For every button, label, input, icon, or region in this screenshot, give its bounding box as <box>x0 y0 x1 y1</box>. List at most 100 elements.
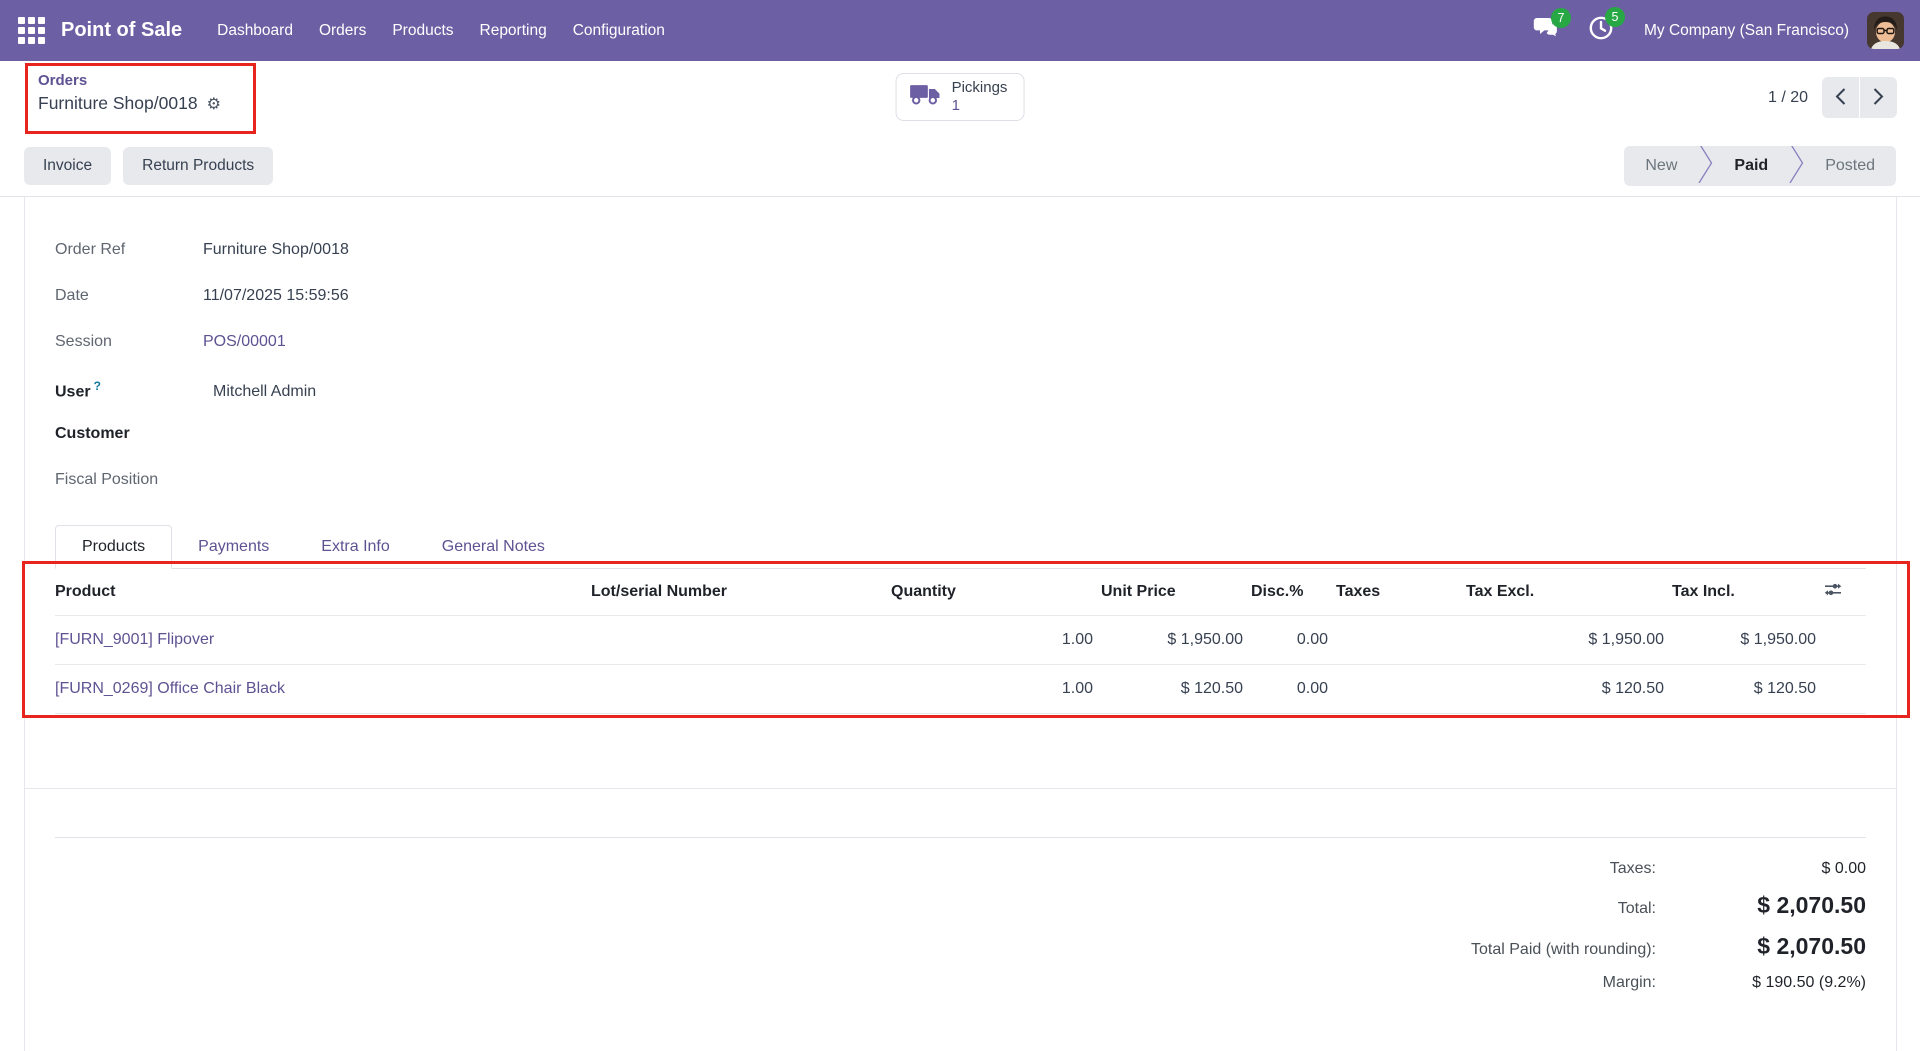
order-ref-value: Furniture Shop/0018 <box>203 241 349 259</box>
status-posted[interactable]: Posted <box>1804 146 1896 186</box>
invoice-button[interactable]: Invoice <box>24 147 111 185</box>
help-icon[interactable]: ? <box>94 379 101 393</box>
user-value[interactable]: Mitchell Admin <box>203 383 316 401</box>
user-label-text: User <box>55 383 91 400</box>
col-taxes[interactable]: Taxes <box>1336 569 1466 616</box>
tab-products[interactable]: Products <box>55 525 172 569</box>
navbar-right: 7 5 My Company (San Francisco) <box>1519 12 1904 49</box>
menu-dashboard[interactable]: Dashboard <box>204 13 306 49</box>
session-link[interactable]: POS/00001 <box>203 333 286 351</box>
col-product[interactable]: Product <box>55 569 591 616</box>
gear-icon[interactable]: ⚙ <box>207 96 221 112</box>
chevron-right-icon <box>1872 87 1885 109</box>
pickings-smart-button[interactable]: Pickings 1 <box>896 73 1025 121</box>
sliders-icon <box>1824 584 1842 601</box>
messages-badge: 7 <box>1551 8 1571 28</box>
col-disc[interactable]: Disc.% <box>1251 569 1336 616</box>
return-products-button[interactable]: Return Products <box>123 147 273 185</box>
fiscal-position-label: Fiscal Position <box>55 471 203 489</box>
annotation-rect-breadcrumb: Orders Furniture Shop/0018 ⚙ <box>25 63 256 134</box>
app-title[interactable]: Point of Sale <box>61 19 182 42</box>
breadcrumb: Furniture Shop/0018 ⚙ <box>38 93 243 114</box>
pager-previous-button[interactable] <box>1822 77 1859 118</box>
user-avatar[interactable] <box>1867 12 1904 49</box>
tax-excl-cell: $ 1,950.00 <box>1466 616 1672 665</box>
col-quantity[interactable]: Quantity <box>891 569 1101 616</box>
main-menu: Dashboard Orders Products Reporting Conf… <box>204 13 678 49</box>
status-chevron-icon <box>1698 146 1713 186</box>
optional-columns-button[interactable] <box>1824 569 1866 616</box>
apps-menu-icon[interactable] <box>18 17 45 44</box>
status-paid[interactable]: Paid <box>1713 146 1789 186</box>
field-user: User? Mitchell Admin <box>55 379 1866 405</box>
company-switcher[interactable]: My Company (San Francisco) <box>1644 22 1849 40</box>
col-lot-serial[interactable]: Lot/serial Number <box>591 569 891 616</box>
margin-value: $ 190.50 (9.2%) <box>1656 974 1866 992</box>
products-table-wrap: Product Lot/serial Number Quantity Unit … <box>55 569 1866 714</box>
menu-configuration[interactable]: Configuration <box>560 13 678 49</box>
table-row[interactable]: [FURN_0269] Office Chair Black 1.00 $ 12… <box>55 665 1866 714</box>
taxes-cell <box>1336 665 1466 714</box>
total-paid-row: Total Paid (with rounding): $ 2,070.50 <box>1471 933 1866 960</box>
status-chevron-icon <box>1789 146 1804 186</box>
col-unit-price[interactable]: Unit Price <box>1101 569 1251 616</box>
disc-cell: 0.00 <box>1251 616 1336 665</box>
pickings-label: Pickings <box>952 79 1008 97</box>
menu-orders[interactable]: Orders <box>306 13 379 49</box>
table-row[interactable]: [FURN_9001] Flipover 1.00 $ 1,950.00 0.0… <box>55 616 1866 665</box>
chevron-left-icon <box>1834 87 1847 109</box>
field-date: Date 11/07/2025 15:59:56 <box>55 287 1866 313</box>
unit-price-cell: $ 120.50 <box>1101 665 1251 714</box>
truck-icon <box>910 83 941 111</box>
tab-general-notes[interactable]: General Notes <box>416 526 571 568</box>
action-row: Invoice Return Products New Paid Posted <box>0 135 1920 197</box>
taxes-value: $ 0.00 <box>1656 860 1866 878</box>
user-label: User? <box>55 379 203 401</box>
pager-value: 1 / 20 <box>1768 89 1808 107</box>
tax-incl-cell: $ 1,950.00 <box>1672 616 1824 665</box>
product-link[interactable]: [FURN_9001] Flipover <box>55 631 214 648</box>
col-tax-incl[interactable]: Tax Incl. <box>1672 569 1824 616</box>
disc-cell: 0.00 <box>1251 665 1336 714</box>
statusbar: New Paid Posted <box>1624 146 1896 186</box>
tab-extra-info[interactable]: Extra Info <box>295 526 415 568</box>
pager: 1 / 20 <box>1768 77 1897 118</box>
products-table: Product Lot/serial Number Quantity Unit … <box>55 569 1866 714</box>
menu-reporting[interactable]: Reporting <box>467 13 560 49</box>
activities-button[interactable]: 5 <box>1588 15 1614 46</box>
breadcrumb-orders-link[interactable]: Orders <box>38 71 243 91</box>
pickings-text: Pickings 1 <box>952 79 1008 115</box>
field-customer: Customer <box>55 425 1866 451</box>
totals-divider <box>55 837 1866 838</box>
field-fiscal-position: Fiscal Position <box>55 471 1866 497</box>
col-tax-excl[interactable]: Tax Excl. <box>1466 569 1672 616</box>
tax-incl-cell: $ 120.50 <box>1672 665 1824 714</box>
status-new[interactable]: New <box>1624 146 1698 186</box>
totals-block: Taxes: $ 0.00 Total: $ 2,070.50 Total Pa… <box>55 860 1866 1006</box>
total-value: $ 2,070.50 <box>1656 892 1866 919</box>
top-navbar: Point of Sale Dashboard Orders Products … <box>0 0 1920 61</box>
pager-next-button[interactable] <box>1860 77 1897 118</box>
form-sheet: Order Ref Furniture Shop/0018 Date 11/07… <box>24 197 1897 1051</box>
menu-products[interactable]: Products <box>379 13 466 49</box>
messages-button[interactable]: 7 <box>1533 16 1560 45</box>
pager-buttons <box>1822 77 1897 118</box>
product-link[interactable]: [FURN_0269] Office Chair Black <box>55 680 285 697</box>
control-panel: Orders Furniture Shop/0018 ⚙ Pickings 1 … <box>0 61 1920 135</box>
date-label: Date <box>55 287 203 305</box>
margin-label: Margin: <box>1603 974 1656 992</box>
pickings-count: 1 <box>952 97 1008 115</box>
tax-excl-cell: $ 120.50 <box>1466 665 1672 714</box>
field-order-ref: Order Ref Furniture Shop/0018 <box>55 241 1866 267</box>
taxes-row: Taxes: $ 0.00 <box>1610 860 1866 878</box>
total-row: Total: $ 2,070.50 <box>1618 892 1866 919</box>
tab-payments[interactable]: Payments <box>172 526 295 568</box>
notebook-tabs: Products Payments Extra Info General Not… <box>55 525 1866 569</box>
margin-row: Margin: $ 190.50 (9.2%) <box>1603 974 1866 992</box>
table-header-row: Product Lot/serial Number Quantity Unit … <box>55 569 1866 616</box>
customer-label: Customer <box>55 425 203 443</box>
taxes-cell <box>1336 616 1466 665</box>
total-label: Total: <box>1618 900 1656 918</box>
total-paid-label: Total Paid (with rounding): <box>1471 941 1656 959</box>
taxes-label: Taxes: <box>1610 860 1656 878</box>
